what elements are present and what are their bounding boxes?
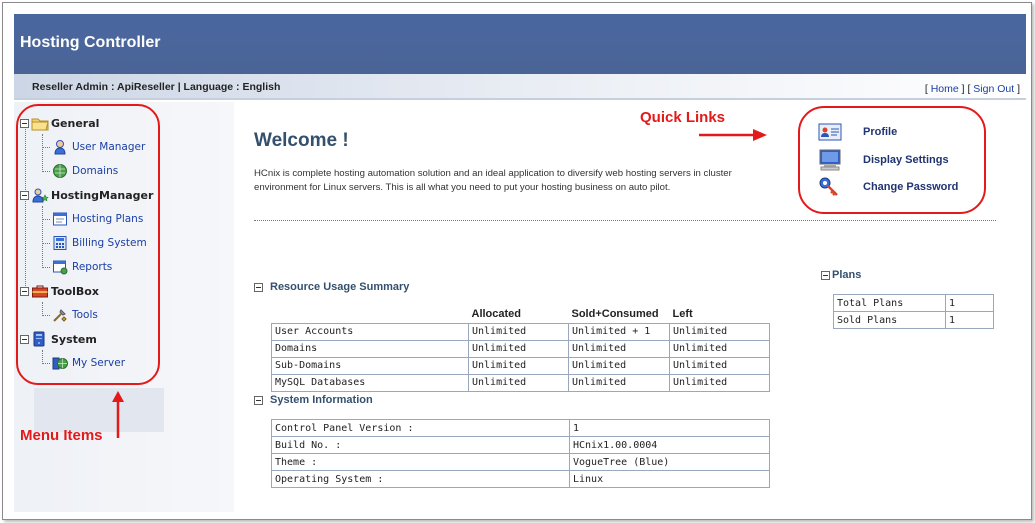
table-row: Theme : VogueTree (Blue) — [271, 453, 770, 471]
profile-card-icon — [818, 122, 842, 142]
table-cell: Unlimited — [669, 339, 770, 358]
quick-link-label: Display Settings — [863, 154, 949, 166]
table-cell: Unlimited — [468, 373, 569, 392]
table-header-row: Allocated Sold+Consumed Left — [272, 306, 770, 323]
sidebar-shade — [34, 388, 164, 432]
collapse-icon[interactable] — [821, 270, 830, 280]
table-cell: VogueTree (Blue) — [569, 453, 770, 471]
system-information-heading[interactable]: System Information — [254, 394, 373, 406]
table-row: Domains Unlimited Unlimited Unlimited — [271, 339, 770, 358]
table-cell: Sold Plans — [833, 311, 946, 329]
quick-link-label: Profile — [863, 126, 898, 138]
table-cell: Sub-Domains — [271, 356, 469, 375]
column-header: Allocated — [471, 308, 522, 321]
column-header: Sold+Consumed — [571, 308, 659, 321]
user-info-text: Reseller Admin : ApiReseller | Language … — [32, 81, 281, 93]
table-cell: Control Panel Version : — [271, 419, 570, 437]
quick-link-display-settings[interactable]: Display Settings — [818, 149, 949, 171]
content-divider — [254, 220, 996, 221]
quick-link-change-password[interactable]: Change Password — [818, 176, 958, 198]
table-cell: User Accounts — [271, 322, 469, 341]
table-cell: Linux — [569, 470, 770, 488]
table-cell: Unlimited — [669, 373, 770, 392]
column-header — [272, 306, 469, 323]
menu-items-annotation: Menu Items — [20, 427, 103, 444]
table-cell: Unlimited + 1 — [568, 322, 670, 341]
section-title: System Information — [270, 394, 373, 406]
table-row: Control Panel Version : 1 — [271, 419, 770, 437]
page-title: Welcome ! — [254, 130, 349, 151]
plans-heading[interactable]: Plans — [821, 269, 861, 281]
column-header: Left — [672, 308, 693, 321]
section-title: Resource Usage Summary — [270, 281, 410, 293]
table-cell: HCnix1.00.0004 — [569, 436, 770, 454]
monitor-icon — [818, 149, 842, 171]
menu-items-highlight — [16, 104, 160, 385]
home-link[interactable]: Home — [931, 83, 959, 95]
table-cell: 1 — [945, 294, 994, 312]
section-title: Plans — [832, 269, 862, 281]
table-cell: Total Plans — [833, 294, 946, 312]
quick-links-annotation: Quick Links — [640, 109, 726, 126]
table-cell: Unlimited — [568, 339, 670, 358]
app-title: Hosting Controller — [20, 34, 161, 51]
table-row: Sold Plans 1 — [833, 311, 994, 329]
table-cell: 1 — [945, 311, 994, 329]
app-header: Hosting Controller — [14, 14, 1026, 74]
table-cell: Theme : — [271, 453, 570, 471]
intro-text: HCnix is complete hosting automation sol… — [254, 168, 732, 193]
table-cell: MySQL Databases — [271, 373, 469, 392]
quick-link-profile[interactable]: Profile — [818, 122, 897, 142]
table-cell: Unlimited — [568, 373, 670, 392]
bracket-text: ] — [1014, 83, 1020, 95]
header-links: [ Home ] [ Sign Out ] — [925, 83, 1020, 95]
table-cell: 1 — [569, 419, 770, 437]
table-cell: Operating System : — [271, 470, 570, 488]
table-cell: Unlimited — [468, 322, 569, 341]
resource-usage-heading[interactable]: Resource Usage Summary — [254, 281, 409, 293]
table-row: Total Plans 1 — [833, 294, 994, 312]
table-row: Operating System : Linux — [271, 470, 770, 488]
table-cell: Unlimited — [669, 356, 770, 375]
collapse-icon[interactable] — [254, 395, 263, 405]
bracket-text: ] [ — [958, 83, 974, 95]
table-cell: Unlimited — [568, 356, 670, 375]
arrow-up-icon — [112, 391, 124, 438]
table-row: Build No. : HCnix1.00.0004 — [271, 436, 770, 454]
key-icon — [818, 176, 842, 198]
table-cell: Unlimited — [468, 356, 569, 375]
user-info-bar: Reseller Admin : ApiReseller | Language … — [14, 74, 1026, 100]
plans-table: Total Plans 1 Sold Plans 1 — [833, 294, 994, 329]
quick-link-label: Change Password — [863, 181, 959, 193]
table-row: Sub-Domains Unlimited Unlimited Unlimite… — [271, 356, 770, 375]
arrow-right-icon — [699, 129, 767, 141]
collapse-icon[interactable] — [254, 282, 263, 292]
table-cell: Domains — [271, 339, 469, 358]
table-row: User Accounts Unlimited Unlimited + 1 Un… — [271, 322, 770, 341]
system-information-table: Control Panel Version : 1 Build No. : HC… — [271, 419, 770, 488]
table-cell: Unlimited — [468, 339, 569, 358]
resource-usage-table: Allocated Sold+Consumed Left User Accoun… — [271, 306, 770, 392]
sign-out-link[interactable]: Sign Out — [973, 83, 1014, 95]
table-cell: Build No. : — [271, 436, 570, 454]
table-cell: Unlimited — [669, 322, 770, 341]
table-row: MySQL Databases Unlimited Unlimited Unli… — [271, 373, 770, 392]
